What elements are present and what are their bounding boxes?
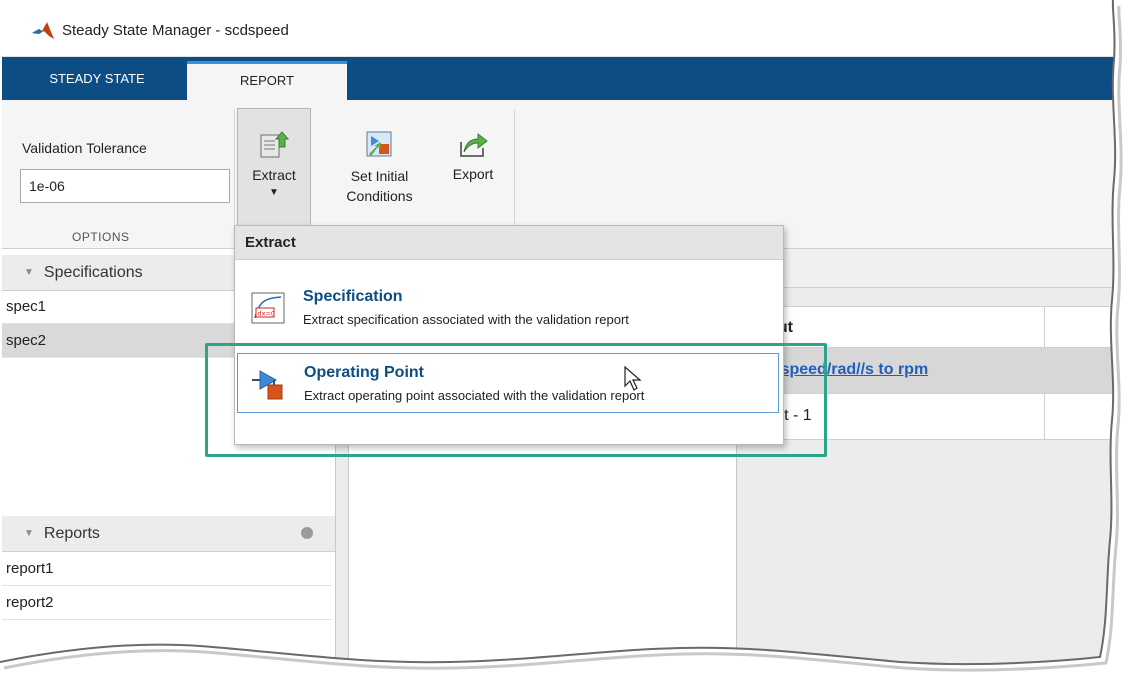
reports-header[interactable]: ▼ Reports bbox=[2, 516, 335, 552]
chevron-down-icon: ▼ bbox=[269, 187, 279, 198]
tab-steady-state[interactable]: STEADY STATE bbox=[22, 57, 172, 100]
specification-title: Specification bbox=[303, 288, 403, 305]
export-label: Export bbox=[452, 166, 494, 182]
collapse-triangle-icon[interactable]: ▼ bbox=[24, 516, 34, 551]
panel-options-icon[interactable] bbox=[301, 527, 313, 539]
specification-icon: dx=0 bbox=[251, 292, 285, 324]
specifications-title: Specifications bbox=[43, 264, 143, 281]
export-button[interactable]: Export bbox=[438, 108, 508, 182]
toolstrip-tabs: STEADY STATE REPORT bbox=[2, 57, 1120, 100]
highlight-box bbox=[205, 343, 827, 457]
extract-label: Extract bbox=[252, 167, 296, 183]
menu-item-specification[interactable]: dx=0 Specification Extract specification… bbox=[237, 278, 779, 336]
matlab-logo-icon bbox=[32, 22, 54, 39]
validation-tolerance-input[interactable] bbox=[20, 169, 230, 203]
extract-icon bbox=[260, 131, 289, 158]
reports-title: Reports bbox=[43, 525, 100, 542]
extract-menu-header: Extract bbox=[235, 226, 783, 260]
validation-tolerance-label: Validation Tolerance bbox=[22, 140, 147, 156]
options-section-label: OPTIONS bbox=[72, 230, 130, 244]
svg-text:dx=0: dx=0 bbox=[258, 310, 276, 318]
report-item-report1[interactable]: report1 bbox=[2, 552, 332, 586]
mouse-cursor-icon bbox=[624, 366, 642, 391]
tab-report[interactable]: REPORT bbox=[187, 61, 347, 100]
window-title: Steady State Manager - scdspeed bbox=[62, 22, 289, 39]
table-header: utput bbox=[738, 306, 1120, 348]
extract-button[interactable]: Extract ▼ bbox=[237, 108, 311, 226]
export-icon bbox=[460, 132, 488, 157]
collapse-triangle-icon[interactable]: ▼ bbox=[24, 255, 34, 290]
table-header-output: utput bbox=[739, 307, 1045, 347]
set-initial-conditions-label: Set Initial Conditions bbox=[346, 168, 413, 204]
title-bar: Steady State Manager - scdspeed bbox=[2, 0, 1120, 57]
specification-description: Extract specification associated with th… bbox=[303, 312, 629, 327]
report-item-report2[interactable]: report2 bbox=[2, 586, 332, 620]
set-initial-conditions-button[interactable]: Set Initial Conditions bbox=[327, 108, 432, 206]
set-initial-conditions-icon bbox=[366, 131, 391, 157]
